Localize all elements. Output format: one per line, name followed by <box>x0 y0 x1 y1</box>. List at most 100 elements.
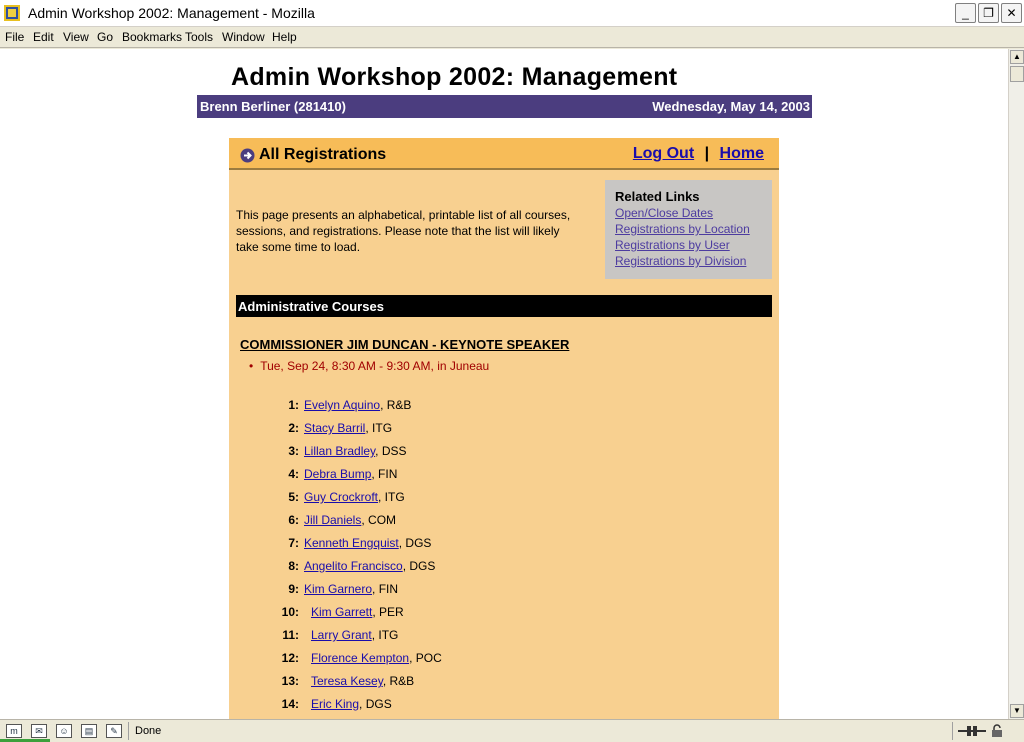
maximize-button[interactable]: ❐ <box>978 3 999 23</box>
page-title: Admin Workshop 2002: Management <box>231 63 678 91</box>
registration-entry: Evelyn Aquino, R&B <box>304 398 411 412</box>
registration-row: 6: Jill Daniels, COM <box>269 513 669 536</box>
mozilla-app-icon[interactable] <box>4 5 20 21</box>
registration-number: 1: <box>288 398 299 412</box>
course-title: COMMISSIONER JIM DUNCAN - KEYNOTE SPEAKE… <box>240 337 570 352</box>
registrant-department: , POC <box>409 651 442 665</box>
registrant-link[interactable]: Florence Kempton <box>311 651 409 665</box>
registrant-link[interactable]: Stacy Barril <box>304 421 365 435</box>
registration-row: 7: Kenneth Engquist, DGS <box>269 536 669 559</box>
registrant-department: , R&B <box>380 398 412 412</box>
registrant-link[interactable]: Teresa Kesey <box>311 674 383 688</box>
menu-window[interactable]: Window <box>222 30 265 44</box>
registrant-link[interactable]: Guy Crockroft <box>304 490 378 504</box>
menu-edit[interactable]: Edit <box>33 30 54 44</box>
registration-row: 4: Debra Bump, FIN <box>269 467 669 490</box>
menu-go[interactable]: Go <box>97 30 113 44</box>
registrant-link[interactable]: Larry Grant <box>311 628 372 642</box>
menubar: File Edit View Go Bookmarks Tools Window… <box>0 27 1024 48</box>
logout-link[interactable]: Log Out <box>633 145 694 162</box>
status-text: Done <box>135 725 162 737</box>
scroll-up-arrow-icon[interactable]: ▲ <box>1010 50 1024 64</box>
registration-number: 5: <box>288 490 299 504</box>
registration-number: 2: <box>288 421 299 435</box>
header-links: Log Out | Home <box>633 145 764 163</box>
registration-number: 6: <box>288 513 299 527</box>
registrant-link[interactable]: Kenneth Engquist <box>304 536 399 550</box>
registration-entry: Debra Bump, FIN <box>304 467 397 481</box>
registration-number: 11: <box>282 628 299 642</box>
menu-file[interactable]: File <box>5 30 24 44</box>
status-separator <box>128 722 129 740</box>
close-button[interactable]: ✕ <box>1001 3 1022 23</box>
registrant-link[interactable]: Debra Bump <box>304 467 371 481</box>
composer-icon[interactable]: ▤ <box>81 724 97 738</box>
registration-row: 3: Lillan Bradley, DSS <box>269 444 669 467</box>
registration-number: 4: <box>288 467 299 481</box>
session-item: • Tue, Sep 24, 8:30 AM - 9:30 AM, in June… <box>249 359 489 373</box>
related-link-by-division[interactable]: Registrations by Division <box>615 253 772 269</box>
registration-row: 1: Evelyn Aquino, R&B <box>269 398 669 421</box>
registration-number: 9: <box>288 582 299 596</box>
registrant-department: , R&B <box>382 674 415 688</box>
user-bar: Brenn Berliner (281410) Wednesday, May 1… <box>197 95 812 118</box>
registrant-department: , DSS <box>375 444 407 458</box>
online-connection-icon[interactable] <box>958 726 986 736</box>
registrant-link[interactable]: Kim Garrett <box>311 605 372 619</box>
registrant-department: , ITG <box>378 490 405 504</box>
window-titlebar: Admin Workshop 2002: Management - Mozill… <box>0 0 1024 27</box>
registration-row: 9: Kim Garnero, FIN <box>269 582 669 605</box>
registration-number: 14: <box>281 697 299 711</box>
registrant-link[interactable]: Jill Daniels <box>304 513 361 527</box>
registration-entry: Stacy Barril, ITG <box>304 421 392 435</box>
registrant-link[interactable]: Angelito Francisco <box>304 559 403 573</box>
registrant-department: , DGS <box>398 536 432 550</box>
menu-help[interactable]: Help <box>272 30 297 44</box>
related-link-open-close-dates[interactable]: Open/Close Dates <box>615 205 772 221</box>
registration-entry: Teresa Kesey, R&B <box>311 674 414 688</box>
panel-header: All Registrations Log Out | Home <box>229 138 779 170</box>
navigator-icon[interactable]: m <box>6 724 22 738</box>
menu-tools[interactable]: Tools <box>185 30 213 44</box>
registrant-link[interactable]: Evelyn Aquino <box>304 398 380 412</box>
security-lock-icon[interactable] <box>990 724 1004 738</box>
related-links-box: Related Links Open/Close Dates Registrat… <box>605 180 772 279</box>
registration-entry: Angelito Francisco, DGS <box>304 559 435 573</box>
status-bar: m ✉ ☺ ▤ ✎ Done <box>0 719 1024 742</box>
registrant-link[interactable]: Kim Garnero <box>304 582 372 596</box>
intro-text: This page presents an alphabetical, prin… <box>236 208 571 254</box>
address-book-icon[interactable]: ✎ <box>106 724 122 738</box>
registrant-department: , FIN <box>371 467 398 481</box>
chat-icon[interactable]: ☺ <box>56 724 72 738</box>
registrant-department: , PER <box>372 605 404 619</box>
related-link-by-location[interactable]: Registrations by Location <box>615 221 772 237</box>
section-header: Administrative Courses <box>236 295 772 317</box>
registrant-link[interactable]: Eric King <box>311 697 359 711</box>
registrant-department: , ITG <box>371 628 399 642</box>
related-link-by-user[interactable]: Registrations by User <box>615 237 772 253</box>
registration-row: 2: Stacy Barril, ITG <box>269 421 669 444</box>
page-viewport: Admin Workshop 2002: Management Brenn Be… <box>0 49 1008 719</box>
registrant-department: , ITG <box>365 421 393 435</box>
registration-entry: Eric King, DGS <box>311 697 392 711</box>
registrant-department: , FIN <box>372 582 399 596</box>
window-title: Admin Workshop 2002: Management - Mozill… <box>28 5 315 21</box>
menu-bookmarks[interactable]: Bookmarks <box>122 30 182 44</box>
registration-number: 7: <box>288 536 299 550</box>
scroll-thumb[interactable] <box>1010 66 1024 82</box>
header-link-separator: | <box>704 145 710 162</box>
registration-row: 13: Teresa Kesey, R&B <box>269 674 669 697</box>
registration-number: 13: <box>281 674 299 688</box>
minimize-button[interactable]: _ <box>955 3 976 23</box>
registration-entry: Guy Crockroft, ITG <box>304 490 405 504</box>
registrant-department: , DGS <box>359 697 392 711</box>
vertical-scrollbar[interactable]: ▲ ▼ <box>1008 49 1024 719</box>
registrant-link[interactable]: Lillan Bradley <box>304 444 375 458</box>
registration-entry: Larry Grant, ITG <box>311 628 398 642</box>
registration-entry: Kim Garrett, PER <box>311 605 404 619</box>
home-link[interactable]: Home <box>720 145 764 162</box>
registration-entry: Florence Kempton, POC <box>311 651 442 665</box>
menu-view[interactable]: View <box>63 30 89 44</box>
mail-icon[interactable]: ✉ <box>31 724 47 738</box>
scroll-down-arrow-icon[interactable]: ▼ <box>1010 704 1024 718</box>
